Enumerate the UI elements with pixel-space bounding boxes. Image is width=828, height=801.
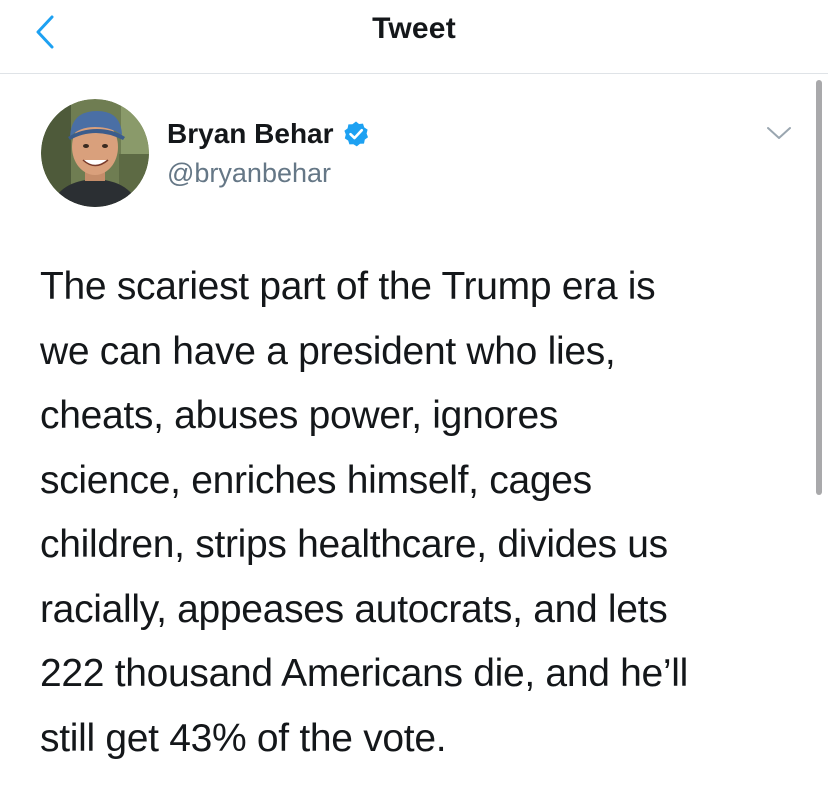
display-name[interactable]: Bryan Behar [167, 118, 334, 150]
scrollbar[interactable] [816, 80, 822, 495]
page-title: Tweet [372, 12, 456, 45]
avatar[interactable] [41, 99, 149, 207]
profile-photo-icon [41, 99, 149, 207]
tweet-menu-button[interactable] [764, 122, 794, 144]
tweet-text: The scariest part of the Trump era is we… [40, 265, 689, 760]
user-handle[interactable]: @bryanbehar [167, 158, 331, 189]
user-name-row: Bryan Behar [167, 117, 370, 151]
verified-badge-icon [342, 120, 370, 148]
chevron-down-icon [767, 127, 791, 139]
top-navigation-bar: Tweet [0, 0, 828, 74]
